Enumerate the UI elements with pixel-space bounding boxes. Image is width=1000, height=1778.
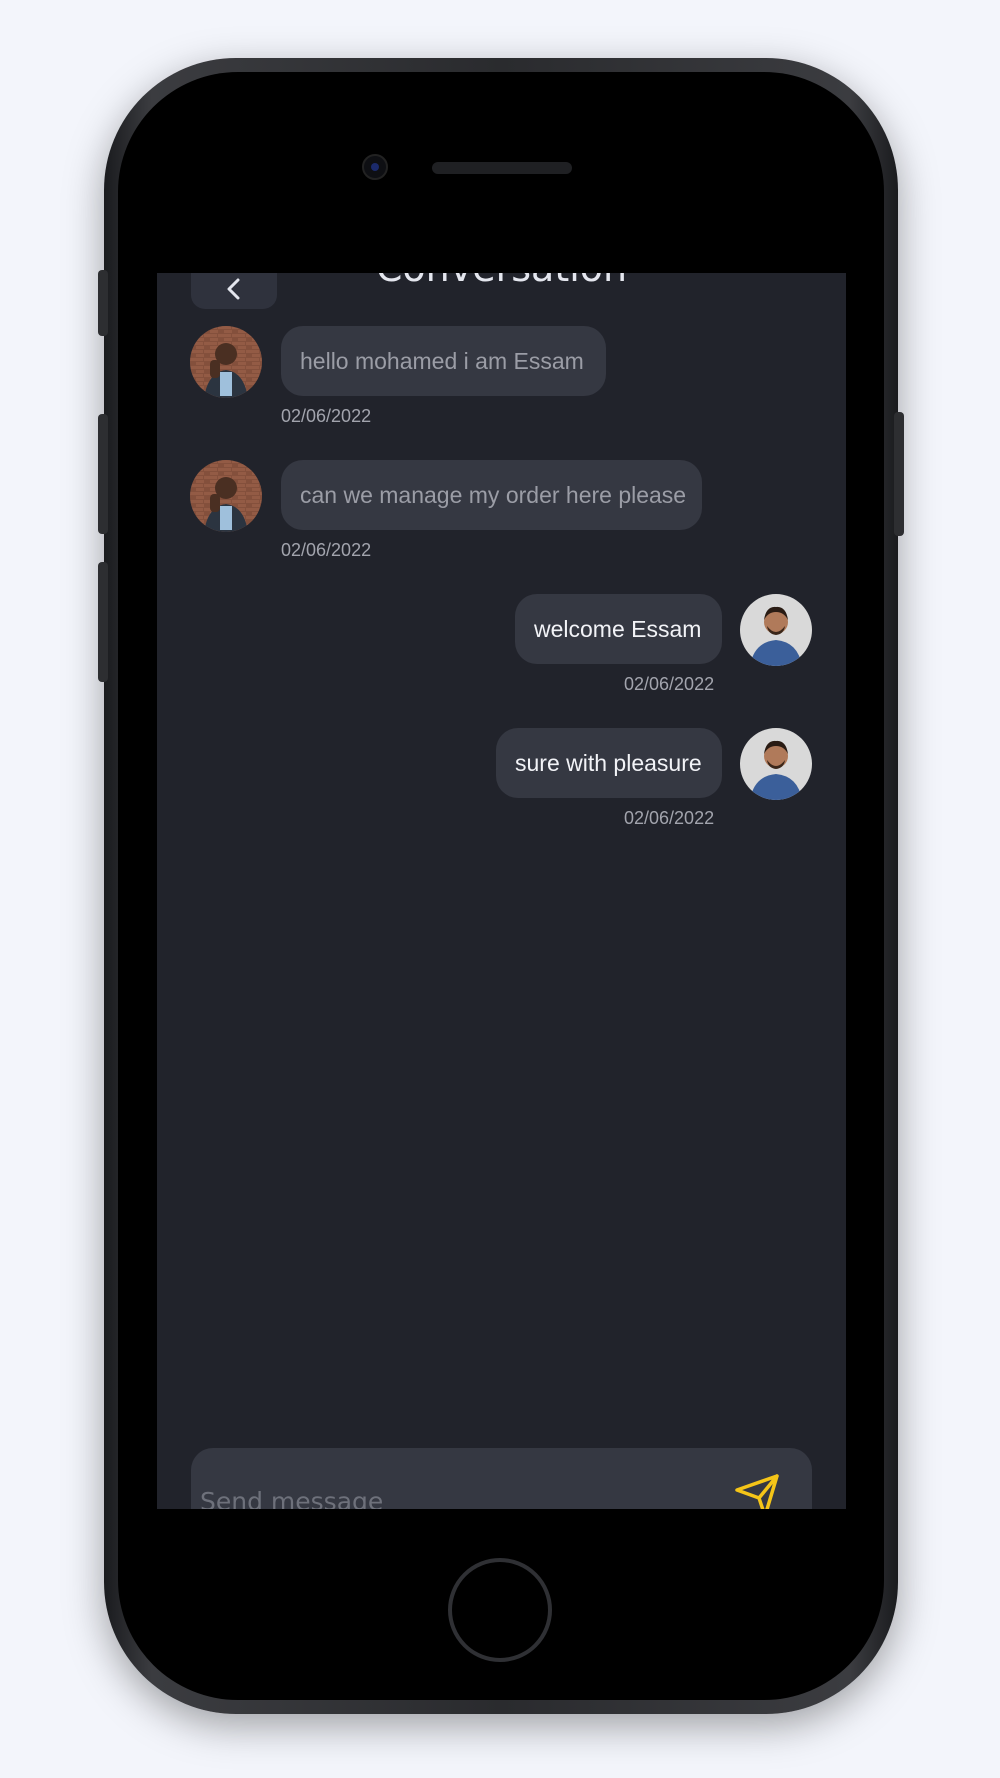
message-bubble[interactable]: can we manage my order here please <box>281 460 702 530</box>
send-icon <box>735 1474 779 1509</box>
page-title: Conversation <box>157 273 846 293</box>
message-timestamp: 02/06/2022 <box>624 674 715 694</box>
message-text: can we manage my order here please <box>300 481 687 508</box>
message-text: hello mohamed i am Essam <box>300 347 584 374</box>
app-screen: Conversation hello mohamed i am Essam 02… <box>157 273 846 1509</box>
power-button <box>894 412 904 536</box>
message-bubble[interactable]: sure with pleasure <box>496 728 722 798</box>
home-button[interactable] <box>448 1558 552 1662</box>
volume-up-button <box>98 414 108 534</box>
sender-avatar[interactable] <box>190 326 262 398</box>
sender-avatar[interactable] <box>190 460 262 532</box>
volume-down-button <box>98 562 108 682</box>
message-text: welcome Essam <box>534 615 702 642</box>
message-bubble[interactable]: welcome Essam <box>515 594 722 664</box>
message-composer <box>191 1448 812 1509</box>
user-avatar[interactable] <box>740 594 812 666</box>
message-timestamp: 02/06/2022 <box>281 540 372 560</box>
send-button[interactable] <box>731 1470 783 1509</box>
earpiece-speaker <box>432 162 572 174</box>
message-text: sure with pleasure <box>515 749 702 776</box>
mute-switch <box>98 270 108 336</box>
message-bubble[interactable]: hello mohamed i am Essam <box>281 326 606 396</box>
front-camera <box>362 154 388 180</box>
message-timestamp: 02/06/2022 <box>624 808 715 828</box>
message-input[interactable] <box>191 1480 702 1509</box>
message-timestamp: 02/06/2022 <box>281 406 372 426</box>
user-avatar[interactable] <box>740 728 812 800</box>
